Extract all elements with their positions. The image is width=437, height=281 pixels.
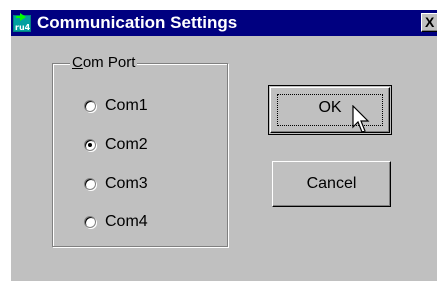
radio-button-icon[interactable] xyxy=(84,100,96,112)
ok-button-label: OK xyxy=(318,99,342,116)
window-title: Communication Settings xyxy=(37,13,238,32)
radio-button-icon[interactable] xyxy=(84,216,96,228)
radio-button-checked-icon[interactable] xyxy=(84,139,96,151)
radio-com1[interactable]: Com1 xyxy=(84,96,148,116)
radio-com2[interactable]: Com2 xyxy=(84,135,148,155)
radio-label-com4: Com4 xyxy=(105,213,148,230)
radio-label-com2: Com2 xyxy=(105,136,148,153)
com-port-group-label: Com Port xyxy=(70,54,138,72)
radio-label-com3: Com3 xyxy=(105,175,148,192)
radio-com4[interactable]: Com4 xyxy=(84,212,148,232)
close-button[interactable]: X xyxy=(421,13,437,32)
cancel-button[interactable]: Cancel xyxy=(272,161,391,207)
app-icon: ru4 xyxy=(13,13,31,32)
title-bar[interactable]: ru4 Communication Settings X xyxy=(11,10,437,36)
group-label-text: om Port xyxy=(82,54,136,71)
svg-text:ru4: ru4 xyxy=(15,23,31,32)
radio-label-com1: Com1 xyxy=(105,97,148,114)
ok-button[interactable]: OK xyxy=(268,85,392,135)
group-label-mnemonic: C xyxy=(72,54,83,71)
radio-button-icon[interactable] xyxy=(84,178,96,190)
mouse-pointer-icon xyxy=(352,105,370,133)
radio-com3[interactable]: Com3 xyxy=(84,174,148,194)
